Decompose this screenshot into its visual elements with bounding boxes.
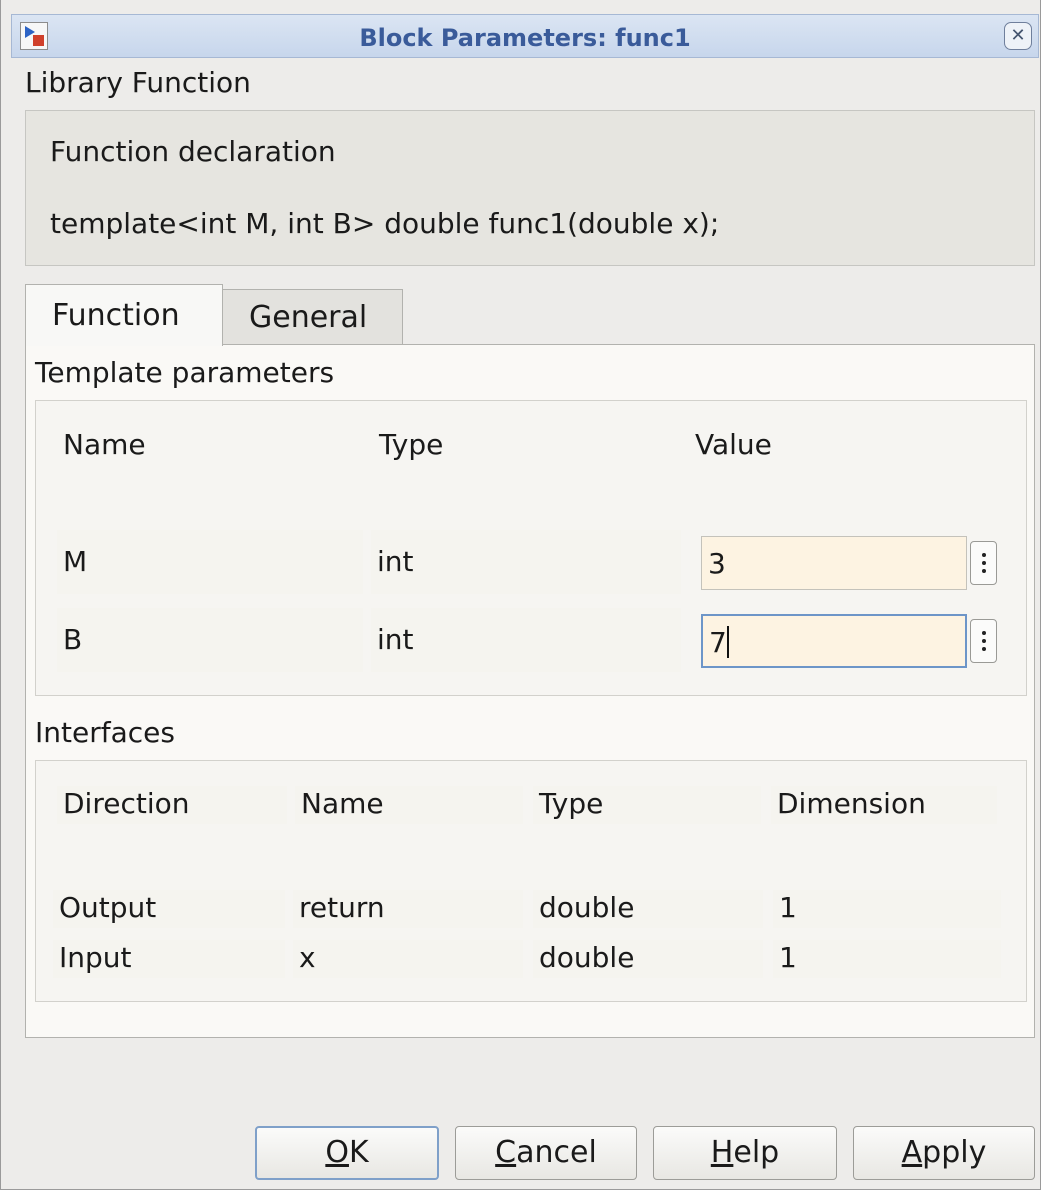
cell-text: 1 [779, 941, 797, 974]
column-header-dimension: Dimension [771, 786, 997, 824]
library-function-label: Library Function [25, 66, 251, 99]
close-icon[interactable]: ✕ [1004, 22, 1032, 50]
interfaces-heading: Interfaces [35, 716, 175, 749]
cancel-mnemonic: C [495, 1135, 517, 1170]
title-bar[interactable]: Block Parameters: func1 ✕ [11, 14, 1039, 58]
interface-dimension: 1 [773, 890, 1001, 928]
help-label: elp [733, 1135, 780, 1170]
param-name-cell: B [57, 608, 363, 672]
declaration-box: Function declaration template<int M, int… [25, 110, 1035, 266]
cancel-label: ancel [516, 1135, 597, 1170]
column-header-type: Type [379, 428, 444, 461]
param-name-cell: M [57, 530, 363, 594]
header-text: Name [301, 787, 384, 820]
help-button[interactable]: Help [653, 1126, 837, 1180]
cell-text: Output [59, 891, 157, 924]
param-type: int [377, 545, 414, 578]
column-header-name: Name [295, 786, 523, 824]
block-parameters-dialog: Block Parameters: func1 ✕ Library Functi… [0, 0, 1041, 1190]
interface-direction: Output [53, 890, 285, 928]
param-value-input[interactable]: 3 [701, 536, 967, 590]
more-options-icon[interactable] [970, 541, 997, 585]
ok-mnemonic: O [325, 1135, 349, 1170]
param-value-text: 7 [709, 626, 727, 659]
param-name: M [63, 545, 88, 578]
cell-text: Input [59, 941, 132, 974]
cell-text: 1 [779, 891, 797, 924]
cell-text: return [299, 891, 385, 924]
cell-text: x [299, 941, 316, 974]
template-parameters-heading: Template parameters [35, 356, 335, 389]
param-name: B [63, 623, 83, 656]
header-text: Direction [63, 787, 190, 820]
interface-type: double [533, 940, 763, 978]
param-type-cell: int [371, 530, 681, 594]
apply-mnemonic: A [901, 1135, 923, 1170]
apply-label: pply [922, 1135, 987, 1170]
param-value-input[interactable]: 7 [701, 614, 967, 668]
apply-button[interactable]: Apply [853, 1126, 1035, 1180]
window-title: Block Parameters: func1 [359, 24, 691, 52]
more-options-icon[interactable] [970, 619, 997, 663]
ok-label: K [348, 1135, 369, 1170]
help-mnemonic: H [710, 1135, 734, 1170]
cancel-button[interactable]: Cancel [455, 1126, 637, 1180]
header-text: Type [539, 787, 604, 820]
tab-function[interactable]: Function [25, 284, 223, 346]
interface-name: return [293, 890, 523, 928]
text-caret [726, 626, 729, 658]
column-header-name: Name [63, 428, 146, 461]
column-header-direction: Direction [57, 786, 287, 824]
declaration-heading: Function declaration [50, 135, 336, 168]
interface-direction: Input [53, 940, 285, 978]
column-header-type: Type [533, 786, 761, 824]
interface-type: double [533, 890, 763, 928]
param-type: int [377, 623, 414, 656]
header-text: Dimension [777, 787, 926, 820]
column-header-value: Value [695, 428, 772, 461]
ok-button[interactable]: OK [255, 1126, 439, 1180]
interface-name: x [293, 940, 523, 978]
interface-dimension: 1 [773, 940, 1001, 978]
declaration-code: template<int M, int B> double func1(doub… [50, 207, 720, 240]
cell-text: double [539, 891, 635, 924]
cell-text: double [539, 941, 635, 974]
param-value-text: 3 [708, 547, 726, 580]
tab-general[interactable]: General [222, 289, 403, 344]
param-type-cell: int [371, 608, 681, 672]
